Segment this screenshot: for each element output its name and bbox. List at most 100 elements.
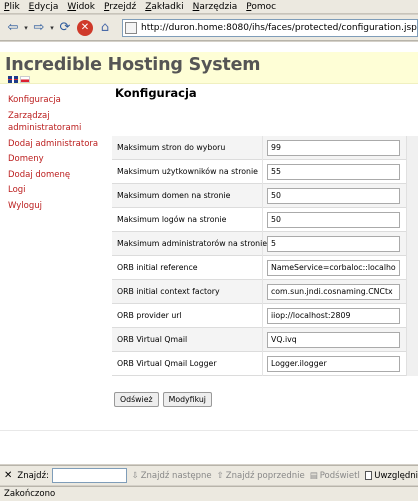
row-tail-cell	[406, 280, 418, 304]
row-tail-cell	[406, 184, 418, 208]
config-label: ORB provider url	[117, 311, 182, 320]
config-input[interactable]: Logger.ilogger	[267, 356, 400, 372]
menu-tools[interactable]: Narzędzia	[193, 2, 238, 12]
cell-divider	[262, 232, 263, 256]
sidebar-item-add-admin[interactable]: Dodaj administratora	[8, 138, 100, 151]
menu-view[interactable]: Widok	[67, 2, 95, 12]
status-bar: Zakończono	[0, 486, 418, 501]
find-input[interactable]	[51, 468, 127, 483]
config-row: Maksimum administratorów na stronie 5	[112, 232, 418, 256]
sidebar-item-domains[interactable]: Domeny	[8, 153, 100, 166]
address-bar[interactable]: http://duron.home:8080/ihs/faces/protect…	[122, 19, 418, 37]
sidebar-nav: Konfiguracja Zarządzaj administratorami …	[8, 94, 100, 215]
status-text: Zakończono	[4, 489, 56, 499]
arrow-down-icon: ⇩	[131, 470, 139, 481]
home-icon[interactable]: ⌂	[96, 19, 114, 37]
language-flags	[8, 76, 32, 83]
menu-edit[interactable]: Edycja	[29, 2, 59, 12]
row-tail-cell	[406, 160, 418, 184]
config-row: ORB initial context factory com.sun.jndi…	[112, 280, 418, 304]
config-label: Maksimum użytkowników na stronie	[117, 167, 258, 176]
site-title: Incredible Hosting System	[5, 55, 261, 75]
url-text: http://duron.home:8080/ihs/faces/protect…	[141, 23, 417, 33]
row-tail-cell	[406, 136, 418, 160]
sidebar-item-logout[interactable]: Wyloguj	[8, 200, 100, 213]
row-tail-cell	[406, 352, 418, 376]
highlight-label: Podświetl	[319, 470, 360, 481]
config-input[interactable]: com.sun.jndi.cosnaming.CNCtx	[267, 284, 400, 300]
config-table: Maksimum stron do wyboru 99 Maksimum uży…	[112, 136, 418, 376]
find-toolbar: ✕ Znajdź: ⇩ Znajdź następne ⇧ Znajdź pop…	[0, 465, 418, 485]
config-label: Maksimum stron do wyboru	[117, 143, 226, 152]
page-content: Incredible Hosting System Konfiguracja Z…	[0, 42, 418, 464]
config-label: ORB Virtual Qmail Logger	[117, 359, 217, 368]
config-label: ORB Virtual Qmail	[117, 335, 188, 344]
reload-icon[interactable]: ⟳	[56, 19, 74, 37]
find-label: Znajdź:	[17, 470, 49, 481]
config-row: ORB Virtual Qmail VQ.ivq	[112, 328, 418, 352]
page-icon	[125, 22, 137, 34]
config-row: ORB initial reference NameService=corbal…	[112, 256, 418, 280]
config-label: Maksimum domen na stronie	[117, 191, 231, 200]
highlight-button[interactable]: ▤ Podświetl	[310, 471, 360, 481]
match-case-checkbox[interactable]	[364, 471, 373, 480]
cell-divider	[262, 160, 263, 184]
find-previous-button[interactable]: ⇧ Znajdź poprzednie	[217, 471, 305, 481]
sidebar-item-add-domain[interactable]: Dodaj domenę	[8, 169, 100, 182]
cell-divider	[262, 352, 263, 376]
menu-help[interactable]: Pomoc	[246, 2, 276, 12]
config-input[interactable]: 50	[267, 212, 400, 228]
config-input[interactable]: NameService=corbaloc::localho	[267, 260, 400, 276]
sidebar-item-logs[interactable]: Logi	[8, 184, 100, 197]
arrow-up-icon: ⇧	[216, 470, 224, 481]
polish-flag-icon[interactable]	[20, 76, 30, 83]
match-case-label: Uwzględni	[374, 470, 418, 481]
find-next-button[interactable]: ⇩ Znajdź następne	[132, 471, 212, 481]
row-tail-cell	[406, 232, 418, 256]
config-row: ORB Virtual Qmail Logger Logger.ilogger	[112, 352, 418, 376]
menu-bookmarks[interactable]: Zakładki	[145, 2, 183, 12]
refresh-button[interactable]: Odśwież	[114, 392, 159, 407]
config-row: Maksimum użytkowników na stronie 55	[112, 160, 418, 184]
row-tail-cell	[406, 304, 418, 328]
config-label: ORB initial reference	[117, 263, 198, 272]
config-input[interactable]: VQ.ivq	[267, 332, 400, 348]
sidebar-item-configuration[interactable]: Konfiguracja	[8, 94, 100, 107]
site-banner: Incredible Hosting System	[0, 52, 418, 84]
english-flag-icon[interactable]	[8, 76, 18, 83]
menu-go[interactable]: Przejdź	[104, 2, 136, 12]
config-row: ORB provider url iiop://localhost:2809	[112, 304, 418, 328]
content-divider	[0, 430, 418, 431]
row-tail-cell	[406, 328, 418, 352]
stop-icon[interactable]: ✕	[77, 19, 93, 36]
forward-arrow-icon[interactable]: ⇨	[30, 19, 48, 37]
cell-divider	[262, 304, 263, 328]
row-tail-cell	[406, 256, 418, 280]
config-row: Maksimum stron do wyboru 99	[112, 136, 418, 160]
form-actions: Odśwież Modyfikuj	[114, 392, 216, 407]
navigation-toolbar: ⇦ ▾ ⇨ ▾ ⟳ ✕ ⌂ http://duron.home:8080/ihs…	[0, 15, 418, 41]
config-input[interactable]: iiop://localhost:2809	[267, 308, 400, 324]
cell-divider	[262, 184, 263, 208]
cell-divider	[262, 256, 263, 280]
config-row: Maksimum logów na stronie 50	[112, 208, 418, 232]
cell-divider	[262, 328, 263, 352]
config-row: Maksimum domen na stronie 50	[112, 184, 418, 208]
menu-file[interactable]: Plik	[4, 2, 20, 12]
config-label: Maksimum administratorów na stronie	[117, 239, 268, 248]
back-dropdown-icon[interactable]: ▾	[22, 24, 30, 32]
close-icon[interactable]: ✕	[4, 470, 12, 481]
back-arrow-icon[interactable]: ⇦	[4, 19, 22, 37]
menu-bar: Plik Edycja Widok Przejdź Zakładki Narzę…	[0, 0, 418, 14]
forward-dropdown-icon[interactable]: ▾	[48, 24, 56, 32]
find-next-label: Znajdź następne	[140, 470, 212, 481]
config-input[interactable]: 5	[267, 236, 400, 252]
modify-button[interactable]: Modyfikuj	[162, 392, 212, 407]
cell-divider	[262, 280, 263, 304]
find-previous-label: Znajdź poprzednie	[225, 470, 305, 481]
config-input[interactable]: 50	[267, 188, 400, 204]
sidebar-item-manage-admins[interactable]: Zarządzaj administratorami	[8, 110, 100, 135]
highlight-icon: ▤	[309, 470, 318, 481]
config-input[interactable]: 55	[267, 164, 400, 180]
config-input[interactable]: 99	[267, 140, 400, 156]
